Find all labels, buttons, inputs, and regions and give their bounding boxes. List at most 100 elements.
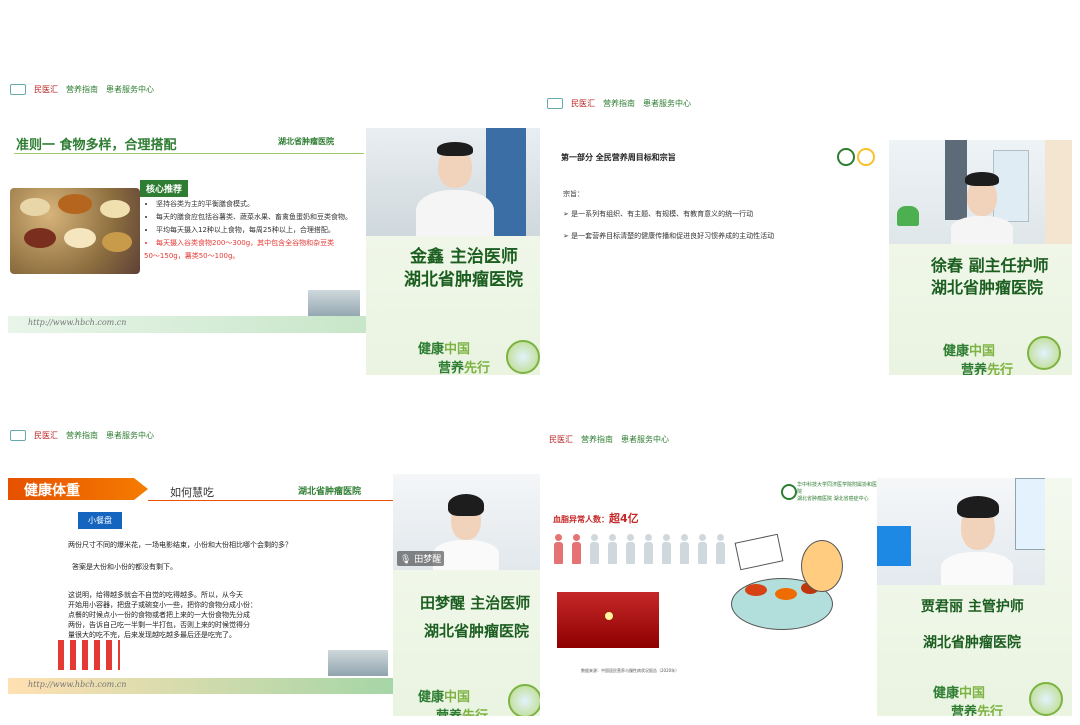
nutrition-week-emblem-icon — [506, 340, 540, 374]
window — [993, 150, 1029, 222]
person-figure — [643, 534, 654, 564]
answer-text: 答案是大份和小份的都没有剩下。 — [72, 563, 177, 571]
org-logo-icon — [547, 98, 563, 109]
slide: 健康体重 如何慧吃 湖北省肿瘤医院 小餐盘 两份尺寸不同的爆米花，一场电影结束，… — [8, 474, 393, 704]
person-figure — [715, 534, 726, 564]
window — [1015, 478, 1045, 550]
slogan: 健康中国营养先行 — [418, 690, 488, 716]
hospital-logo: 湖北省肿瘤医院 — [298, 487, 362, 497]
slogan: 健康中国营养先行 — [943, 344, 1014, 375]
hospital-logo-icon — [837, 148, 855, 166]
panel-top-right: 民医汇 营养指南 患者服务中心 第一部分 全民营养周目标和宗旨 宗旨： ➢ 是一… — [541, 10, 1072, 375]
panel-bottom-left: 民医汇 营养指南 患者服务中心 健康体重 如何慧吃 湖北省肿瘤医院 小餐盘 两份… — [8, 378, 540, 716]
bullet-item: 平均每天摄入12种以上食物，每周25种以上，合理搭配。 — [156, 224, 364, 237]
nutrition-week-emblem-icon — [1029, 682, 1063, 716]
nutrition-week-emblem-icon — [1027, 336, 1061, 370]
logo-text-b: 营养指南 — [66, 431, 98, 440]
plant — [897, 206, 919, 226]
speaker-body — [416, 190, 494, 236]
shelf — [1045, 140, 1072, 244]
logo-text-a: 民医汇 — [571, 99, 595, 108]
slogan: 健康中国营养先行 — [933, 686, 1004, 716]
overeating-cartoon — [731, 533, 851, 634]
building-image — [328, 650, 388, 676]
logo-text-b: 营养指南 — [603, 99, 635, 108]
speaker-name: 田梦醒 主治医师 — [420, 594, 531, 612]
org-logo-icon — [10, 430, 26, 441]
slide-url: http://www.hbch.com.cn — [28, 680, 127, 689]
person-figure — [697, 534, 708, 564]
grains-image — [10, 188, 140, 274]
logo-text-c: 患者服务中心 — [643, 99, 691, 108]
logo-text-b: 营养指南 — [581, 435, 613, 444]
hospital-logo: 湖北省肿瘤医院 — [278, 137, 334, 146]
org-logo-icon — [10, 84, 26, 95]
speaker-hair — [965, 172, 999, 186]
stat-label: 血脂异常人数：超4亿 — [553, 512, 639, 525]
nutrition-logo-icon — [857, 148, 875, 166]
panel-bottom-right: 民医汇 营养指南 患者服务中心 华中科技大学同济医学院附属协和医院 湖北省肿瘤医… — [541, 378, 1072, 716]
sponsor-logos: 民医汇 营养指南 患者服务中心 — [10, 430, 154, 441]
explanation-text: 这说明，给得越多就会不自觉的吃得越多。所以，从今天 开始用小容器，把盘子或碗变小… — [68, 591, 257, 639]
bullet-item: 坚持谷类为主的平衡膳食模式。 — [156, 198, 364, 211]
panel-top-left: 民医汇 营养指南 患者服务中心 准则一 食物多样，合理搭配 湖北省肿瘤医院 核心… — [8, 10, 540, 375]
speaker-org: 湖北省肿瘤医院 — [923, 635, 1021, 651]
speaker-org: 湖北省肿瘤医院 — [424, 622, 530, 640]
nutrition-week-emblem-icon — [508, 684, 540, 716]
slide-url: http://www.hbch.com.cn — [28, 318, 127, 327]
logo-text-c: 患者服务中心 — [106, 431, 154, 440]
bullet-item: 每天的膳食应包括谷薯类、蔬菜水果、畜禽鱼蛋奶和豆类食物。 — [156, 211, 364, 224]
slide: 华中科技大学同济医学院附属协和医院 湖北省肿瘤医院 湖北省癌症中心 血脂异常人数… — [541, 478, 877, 678]
data-source: 数据来源：中国居民营养与慢性病状况报告（2020年） — [581, 668, 680, 673]
video-feed[interactable]: 🎙 田梦醒 — [393, 474, 540, 570]
blue-chair — [877, 526, 911, 566]
core-recommend-box: 核心推荐 — [140, 180, 189, 197]
popcorn-image — [58, 640, 120, 670]
logo-text-c: 患者服务中心 — [621, 435, 669, 444]
speaker-name: 贾君丽 主管护师 — [921, 599, 1024, 615]
video-feed[interactable] — [889, 140, 1045, 244]
purpose-label: 宗旨： — [563, 190, 584, 198]
purpose-item: ➢ 是一系列有组织、有主题、有规模、有教育意义的统一行动 — [563, 210, 754, 218]
bullet-continuation: 50～150g，薯类50～100g。 — [144, 252, 240, 260]
curtain — [945, 140, 967, 220]
logo-text-a: 民医汇 — [34, 85, 58, 94]
slide-subtitle: 如何慧吃 — [170, 486, 214, 499]
person-figure — [607, 534, 618, 564]
speaker-hair — [957, 496, 999, 518]
slide: 准则一 食物多样，合理搭配 湖北省肿瘤医院 核心推荐 坚持谷类为主的平衡膳食模式… — [8, 128, 366, 333]
video-feed[interactable] — [366, 128, 540, 236]
slide: 第一部分 全民营养周目标和宗旨 宗旨： ➢ 是一系列有组织、有主题、有规模、有教… — [549, 130, 889, 340]
speaker-body — [941, 552, 1013, 585]
video-feed[interactable] — [877, 478, 1045, 585]
video-name-label: 🎙 田梦醒 — [397, 551, 445, 566]
hospital-logo-icon — [781, 484, 797, 500]
speaker-body — [951, 216, 1013, 244]
slide-title: 第一部分 全民营养周目标和宗旨 — [561, 153, 676, 162]
sponsor-logos: 民医汇 营养指南 患者服务中心 — [10, 84, 154, 95]
slide-title: 准则一 食物多样，合理搭配 — [16, 138, 177, 153]
logo-text-a: 民医汇 — [34, 431, 58, 440]
person-figure — [625, 534, 636, 564]
speaker-org: 湖北省肿瘤医院 — [404, 270, 523, 290]
speaker-org: 湖北省肿瘤医院 — [931, 278, 1044, 297]
person-figure — [589, 534, 600, 564]
sponsor-logos: 民医汇 营养指南 患者服务中心 — [549, 434, 669, 445]
purpose-item: ➢ 是一套营养目标清楚的健康传播和促进良好习惯养成的主动性活动 — [563, 232, 775, 240]
person-figure — [679, 534, 690, 564]
logo-text-a: 民医汇 — [549, 435, 573, 444]
recommend-list: 坚持谷类为主的平衡膳食模式。 每天的膳食应包括谷薯类、蔬菜水果、畜禽鱼蛋奶和豆类… — [144, 198, 364, 263]
logo-text-b: 营养指南 — [66, 85, 98, 94]
speaker-hair — [437, 142, 473, 156]
sponsor-logos: 民医汇 营养指南 患者服务中心 — [547, 98, 691, 109]
section-banner-text: 健康体重 — [24, 483, 80, 499]
hospital-header: 华中科技大学同济医学院附属协和医院 湖北省肿瘤医院 湖北省癌症中心 — [797, 482, 877, 502]
building-image — [308, 290, 360, 318]
person-figure — [661, 534, 672, 564]
speaker-name: 徐春 副主任护师 — [931, 256, 1049, 275]
title-divider — [148, 500, 393, 501]
bullet-item-red: 每天摄入谷类食物200～300g，其中包含全谷物和杂豆类 — [156, 237, 364, 250]
title-divider — [14, 153, 364, 154]
small-plate-box: 小餐盘 — [78, 512, 122, 529]
logo-text-c: 患者服务中心 — [106, 85, 154, 94]
